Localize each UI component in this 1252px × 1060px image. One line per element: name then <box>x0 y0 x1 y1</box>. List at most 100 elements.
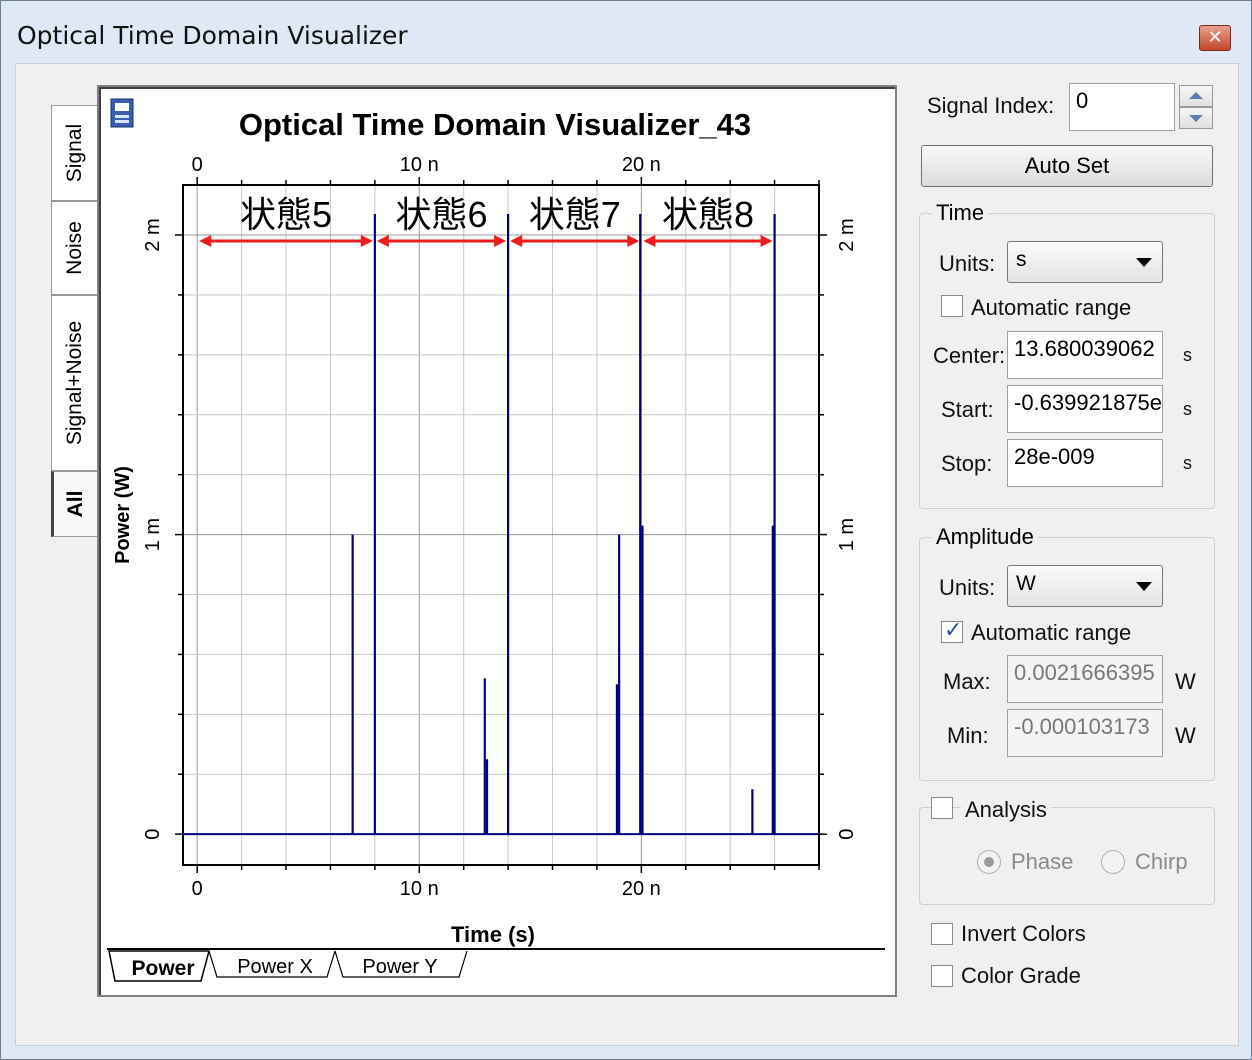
y-tick-label-right: 1 m <box>836 518 858 551</box>
tab-signal-noise[interactable]: Signal+Noise <box>51 295 97 471</box>
max-label: Max: <box>943 669 991 694</box>
min-unit: W <box>1175 723 1196 748</box>
visualizer-window: Optical Time Domain Visualizer ✕ Signal … <box>0 0 1252 1060</box>
title-bar[interactable]: Optical Time Domain Visualizer ✕ <box>1 1 1251 63</box>
time-units-label: Units: <box>939 251 996 276</box>
signal-index-label: Signal Index: <box>927 93 1055 118</box>
arrow-head-left <box>510 235 523 248</box>
color-grade-label: Color Grade <box>961 963 1081 988</box>
close-icon: ✕ <box>1207 27 1223 48</box>
chirp-label: Chirp <box>1135 849 1188 874</box>
spin-down-icon <box>1189 115 1203 122</box>
arrow-head-left <box>643 235 656 248</box>
spin-up-icon <box>1189 92 1203 99</box>
auto-set-button[interactable]: Auto Set <box>921 145 1213 187</box>
tab-power-x-label: Power X <box>237 956 313 978</box>
tab-noise[interactable]: Noise <box>51 201 97 295</box>
signal-index-field[interactable]: 0 <box>1069 83 1175 131</box>
tab-noise-label: Noise <box>62 221 86 275</box>
y-axis-label: Power (W) <box>112 466 134 564</box>
tab-power-x[interactable]: Power X <box>208 950 336 978</box>
window-title: Optical Time Domain Visualizer <box>17 21 408 50</box>
time-group-title: Time <box>932 200 989 226</box>
time-units-value: s <box>1016 248 1027 271</box>
x-tick-label-bottom: 10 n <box>400 878 439 900</box>
min-field[interactable]: -0.000103173 <box>1007 709 1163 757</box>
amplitude-group-title: Amplitude <box>932 524 1038 550</box>
state-label: 状態7 <box>529 194 621 235</box>
center-label: Center: <box>933 343 1006 368</box>
start-field[interactable]: -0.639921875e <box>1007 385 1163 433</box>
min-label: Min: <box>947 723 989 748</box>
tab-power-y[interactable]: Power Y <box>334 950 468 978</box>
center-unit: s <box>1183 345 1192 365</box>
spin-up-button[interactable] <box>1179 85 1213 107</box>
chirp-radio[interactable] <box>1101 850 1125 874</box>
tab-all[interactable]: All <box>51 471 97 537</box>
phase-radio[interactable] <box>977 850 1001 874</box>
x-tick-label-bottom: 20 n <box>622 878 661 900</box>
max-unit: W <box>1175 669 1196 694</box>
tab-signal-label: Signal <box>62 123 86 183</box>
arrow-head-right <box>360 235 373 248</box>
state-label: 状態5 <box>240 194 332 235</box>
time-units-select[interactable]: s <box>1007 241 1163 283</box>
amplitude-units-label: Units: <box>939 575 996 600</box>
arrow-head-right <box>494 235 507 248</box>
tab-all-label: All <box>63 490 87 518</box>
max-field[interactable]: 0.0021666395 <box>1007 655 1163 703</box>
axis-ticks: 0 0 10 n 10 n 20 n 20 n 0 0 1 m 1 m 2 m 2 m <box>142 154 858 900</box>
amplitude-units-value: W <box>1016 572 1036 595</box>
phase-label: Phase <box>1011 849 1074 874</box>
x-tick-label-top: 20 n <box>622 154 661 176</box>
arrow-head-right <box>760 235 773 248</box>
arrow-head-left <box>376 235 389 248</box>
stop-label: Stop: <box>941 451 993 476</box>
y-tick-label-right: 0 <box>836 829 858 840</box>
tab-signal[interactable]: Signal <box>51 105 97 201</box>
power-trace <box>183 214 819 836</box>
invert-colors-checkbox[interactable] <box>931 923 953 945</box>
start-label: Start: <box>941 397 994 422</box>
y-tick-label-left: 2 m <box>142 218 164 251</box>
x-tick-label-top: 10 n <box>400 154 439 176</box>
x-axis-label: Time (s) <box>451 922 535 947</box>
y-tick-label-left: 0 <box>142 829 164 840</box>
settings-panel: Signal Index: 0 Auto Set Time Units: s A… <box>913 79 1223 999</box>
time-auto-range-checkbox[interactable] <box>941 295 963 317</box>
grid <box>183 185 820 865</box>
tab-power-y-label: Power Y <box>362 956 437 978</box>
x-tick-label-bottom: 0 <box>192 878 203 900</box>
chevron-down-icon <box>1136 258 1152 267</box>
chart-title: Optical Time Domain Visualizer_43 <box>239 107 751 142</box>
color-grade-checkbox[interactable] <box>931 965 953 987</box>
stop-field[interactable]: 28e-009 <box>1007 439 1163 487</box>
tab-power[interactable]: Power <box>108 950 210 982</box>
invert-colors-label: Invert Colors <box>961 921 1086 946</box>
state-label: 状態8 <box>662 194 754 235</box>
stop-unit: s <box>1183 453 1192 473</box>
amplitude-auto-range-checkbox[interactable] <box>941 618 963 643</box>
state-annotations: 状態5 状態6 状態7 状態8 <box>199 194 773 248</box>
y-tick-label-right: 2 m <box>836 218 858 251</box>
power-chart[interactable]: Optical Time Domain Visualizer_43 0 0 10 n… <box>97 85 897 997</box>
plot-border <box>182 184 820 866</box>
amplitude-units-select[interactable]: W <box>1007 565 1163 607</box>
tab-power-label: Power <box>131 957 194 980</box>
time-auto-range-label: Automatic range <box>971 295 1132 320</box>
arrow-head-left <box>199 235 212 248</box>
chevron-down-icon <box>1136 582 1152 591</box>
analysis-checkbox[interactable] <box>931 797 953 819</box>
analysis-label: Analysis <box>961 797 1051 823</box>
tab-signal-noise-label: Signal+Noise <box>62 320 86 446</box>
state-label: 状態6 <box>395 194 487 235</box>
start-unit: s <box>1183 399 1192 419</box>
arrow-head-right <box>627 235 640 248</box>
save-plot-icon[interactable] <box>110 98 134 128</box>
amplitude-auto-range-label: Automatic range <box>971 620 1132 645</box>
y-tick-label-left: 1 m <box>142 518 164 551</box>
center-field[interactable]: 13.680039062 <box>1007 331 1163 379</box>
close-button[interactable]: ✕ <box>1199 25 1231 51</box>
spin-down-button[interactable] <box>1179 107 1213 129</box>
x-tick-label-top: 0 <box>192 154 203 176</box>
